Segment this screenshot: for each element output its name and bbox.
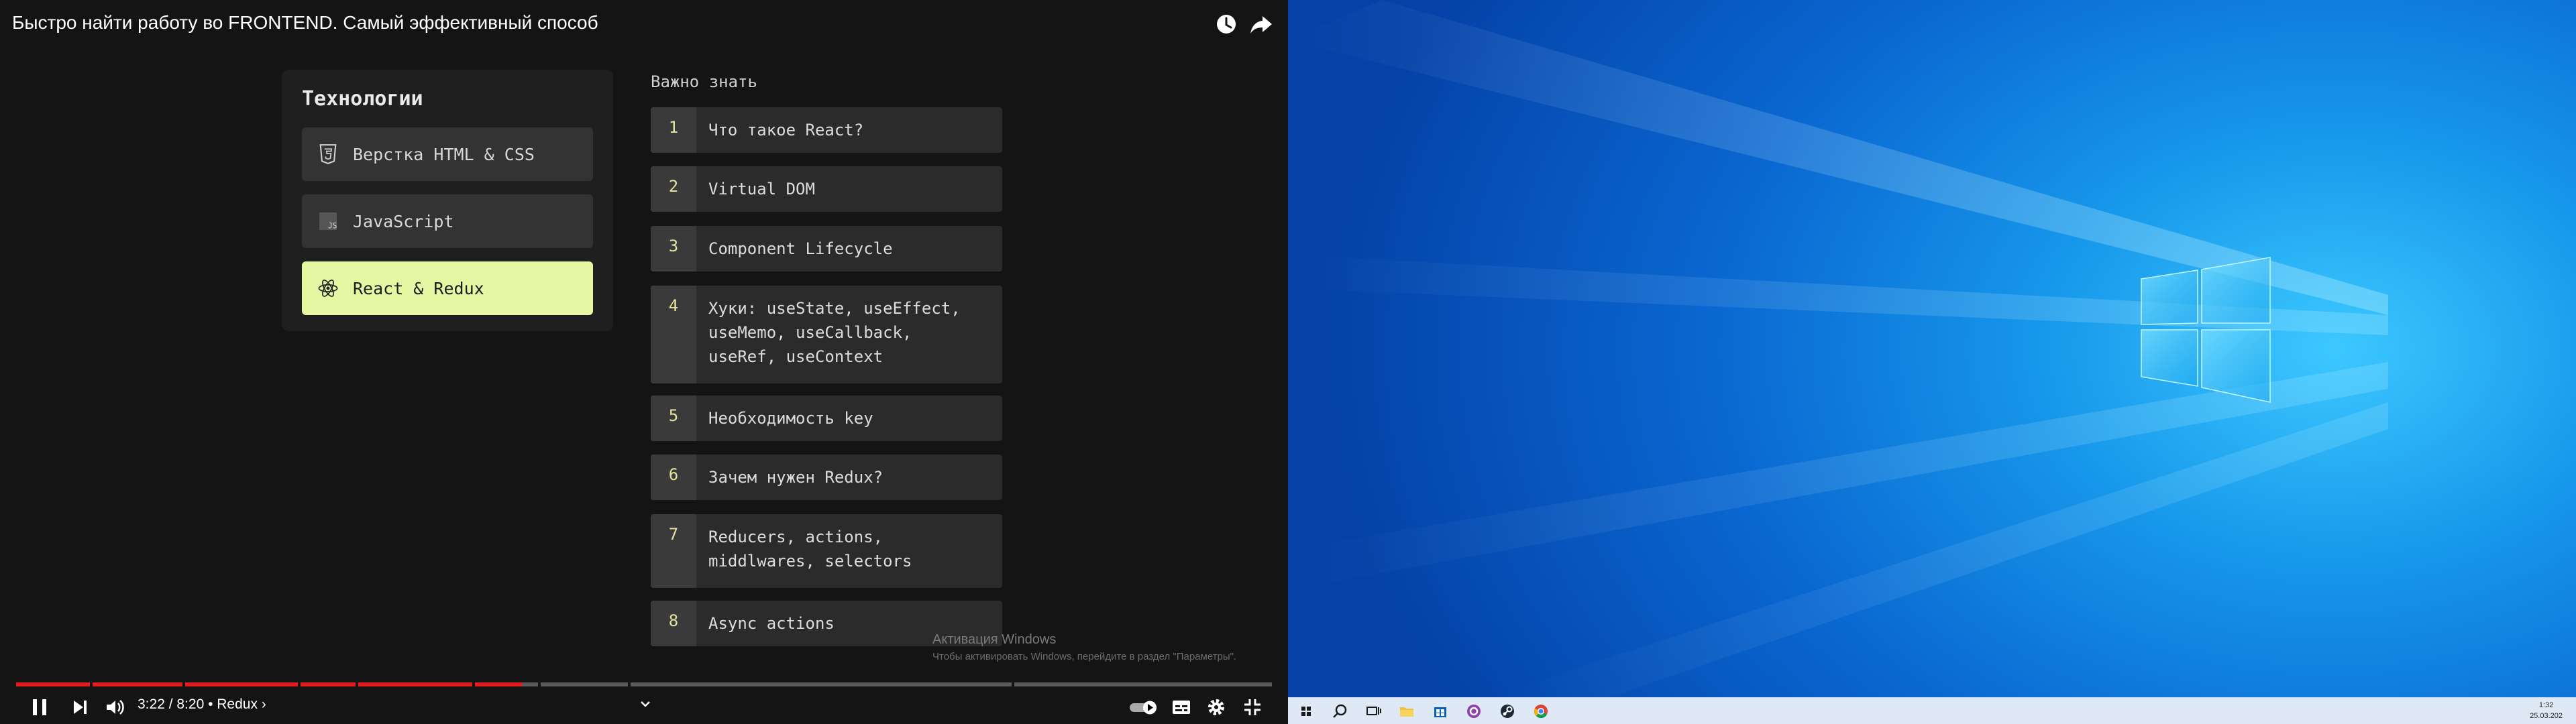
list-item-text: Хуки: useState, useEffect, useMemo, useC… [708,299,961,366]
task-view-icon[interactable] [1363,701,1383,721]
progress-segment[interactable] [631,682,1012,686]
tech-item-react-redux: React & Redux [302,261,593,315]
tech-item-label: JavaScript [353,211,454,231]
autoplay-toggle[interactable] [1127,693,1161,721]
progress-segment[interactable] [475,682,538,686]
list-item: 2 Virtual DOM [651,166,1002,212]
list-item-number: 6 [651,455,696,500]
messenger-app-icon[interactable] [1464,701,1484,721]
list-item-text: Reducers, actions, middlwares, selectors [708,528,912,570]
exit-fullscreen-icon[interactable] [1238,693,1267,721]
js-icon: JS [317,210,339,233]
progress-fill [301,682,356,686]
list-item-number: 5 [651,396,696,441]
chevron-down-icon[interactable] [639,697,652,711]
list-item-number: 2 [651,166,696,212]
list-item-text: Необходимость key [708,409,873,428]
list-item-number: 8 [651,601,696,646]
store-icon[interactable] [1430,701,1450,721]
progress-fill [16,682,90,686]
clock-time: 1:32 [2538,701,2554,709]
important-title: Важно знать [651,72,757,91]
tech-item-label: Верстка HTML & CSS [353,144,535,164]
windows-desktop[interactable] [1288,0,2576,697]
progress-fill [475,682,523,686]
chrome-icon[interactable] [1531,701,1551,721]
list-item-text: Async actions [708,614,835,633]
list-item: 3 Component Lifecycle [651,226,1002,272]
taskbar: 1:32 25.03.202 [1288,697,2576,724]
technologies-panel: Технологии Верстка HTML & CSS JS JavaScr… [282,70,613,331]
list-item-number: 1 [651,107,696,153]
list-item-number: 7 [651,514,696,588]
list-item-text: Что такое React? [708,121,864,139]
taskbar-clock[interactable]: 1:32 25.03.202 [2530,700,2563,721]
progress-fill [358,682,472,686]
progress-bar[interactable] [16,682,1272,686]
progress-segment[interactable] [1014,682,1272,686]
tech-item-javascript: JS JavaScript [302,194,593,248]
list-item: 6 Зачем нужен Redux? [651,455,1002,500]
technologies-title: Технологии [302,87,423,111]
list-item: 4 Хуки: useState, useEffect, useMemo, us… [651,286,1002,383]
progress-segment[interactable] [301,682,356,686]
search-icon[interactable] [1330,701,1350,721]
list-item-text: Virtual DOM [708,180,815,198]
svg-text:JS: JS [328,221,337,230]
volume-icon[interactable] [101,693,129,721]
tech-item-html-css: Верстка HTML & CSS [302,127,593,181]
windows-activation-title: Активация Windows [932,632,1057,647]
html5-icon [317,143,339,166]
list-item-text: Зачем нужен Redux? [708,468,883,487]
share-icon[interactable] [1248,11,1275,38]
time-chapter-display[interactable]: 3:22 / 8:20 • Redux › [138,697,266,713]
windows-activation-subtitle: Чтобы активировать Windows, перейдите в … [932,651,1237,662]
steam-icon[interactable] [1497,701,1517,721]
list-item: 7 Reducers, actions, middlwares, selecto… [651,514,1002,588]
progress-segment[interactable] [93,682,182,686]
progress-segment[interactable] [358,682,472,686]
next-icon[interactable] [66,693,94,721]
list-item-number: 3 [651,226,696,272]
list-item-text: Component Lifecycle [708,239,893,258]
progress-segment[interactable] [541,682,628,686]
windows-logo [2141,257,2271,403]
progress-segment[interactable] [185,682,298,686]
watch-later-icon[interactable] [1213,11,1240,38]
list-item-number: 4 [651,286,696,383]
list-item: 5 Необходимость key [651,396,1002,441]
progress-fill [185,682,298,686]
file-explorer-icon[interactable] [1397,701,1417,721]
subtitles-icon[interactable] [1167,693,1195,721]
settings-gear-icon[interactable] [1202,693,1230,721]
clock-date: 25.03.202 [2530,712,2563,720]
list-item: 1 Что такое React? [651,107,1002,153]
video-title[interactable]: Быстро найти работу во FRONTEND. Самый э… [12,12,598,34]
tech-item-label: React & Redux [353,278,484,298]
start-icon[interactable] [1296,701,1316,721]
video-player[interactable]: Быстро найти работу во FRONTEND. Самый э… [0,0,1288,724]
react-icon [317,277,339,300]
progress-segment[interactable] [16,682,90,686]
progress-fill [93,682,182,686]
pause-icon[interactable] [25,693,54,721]
